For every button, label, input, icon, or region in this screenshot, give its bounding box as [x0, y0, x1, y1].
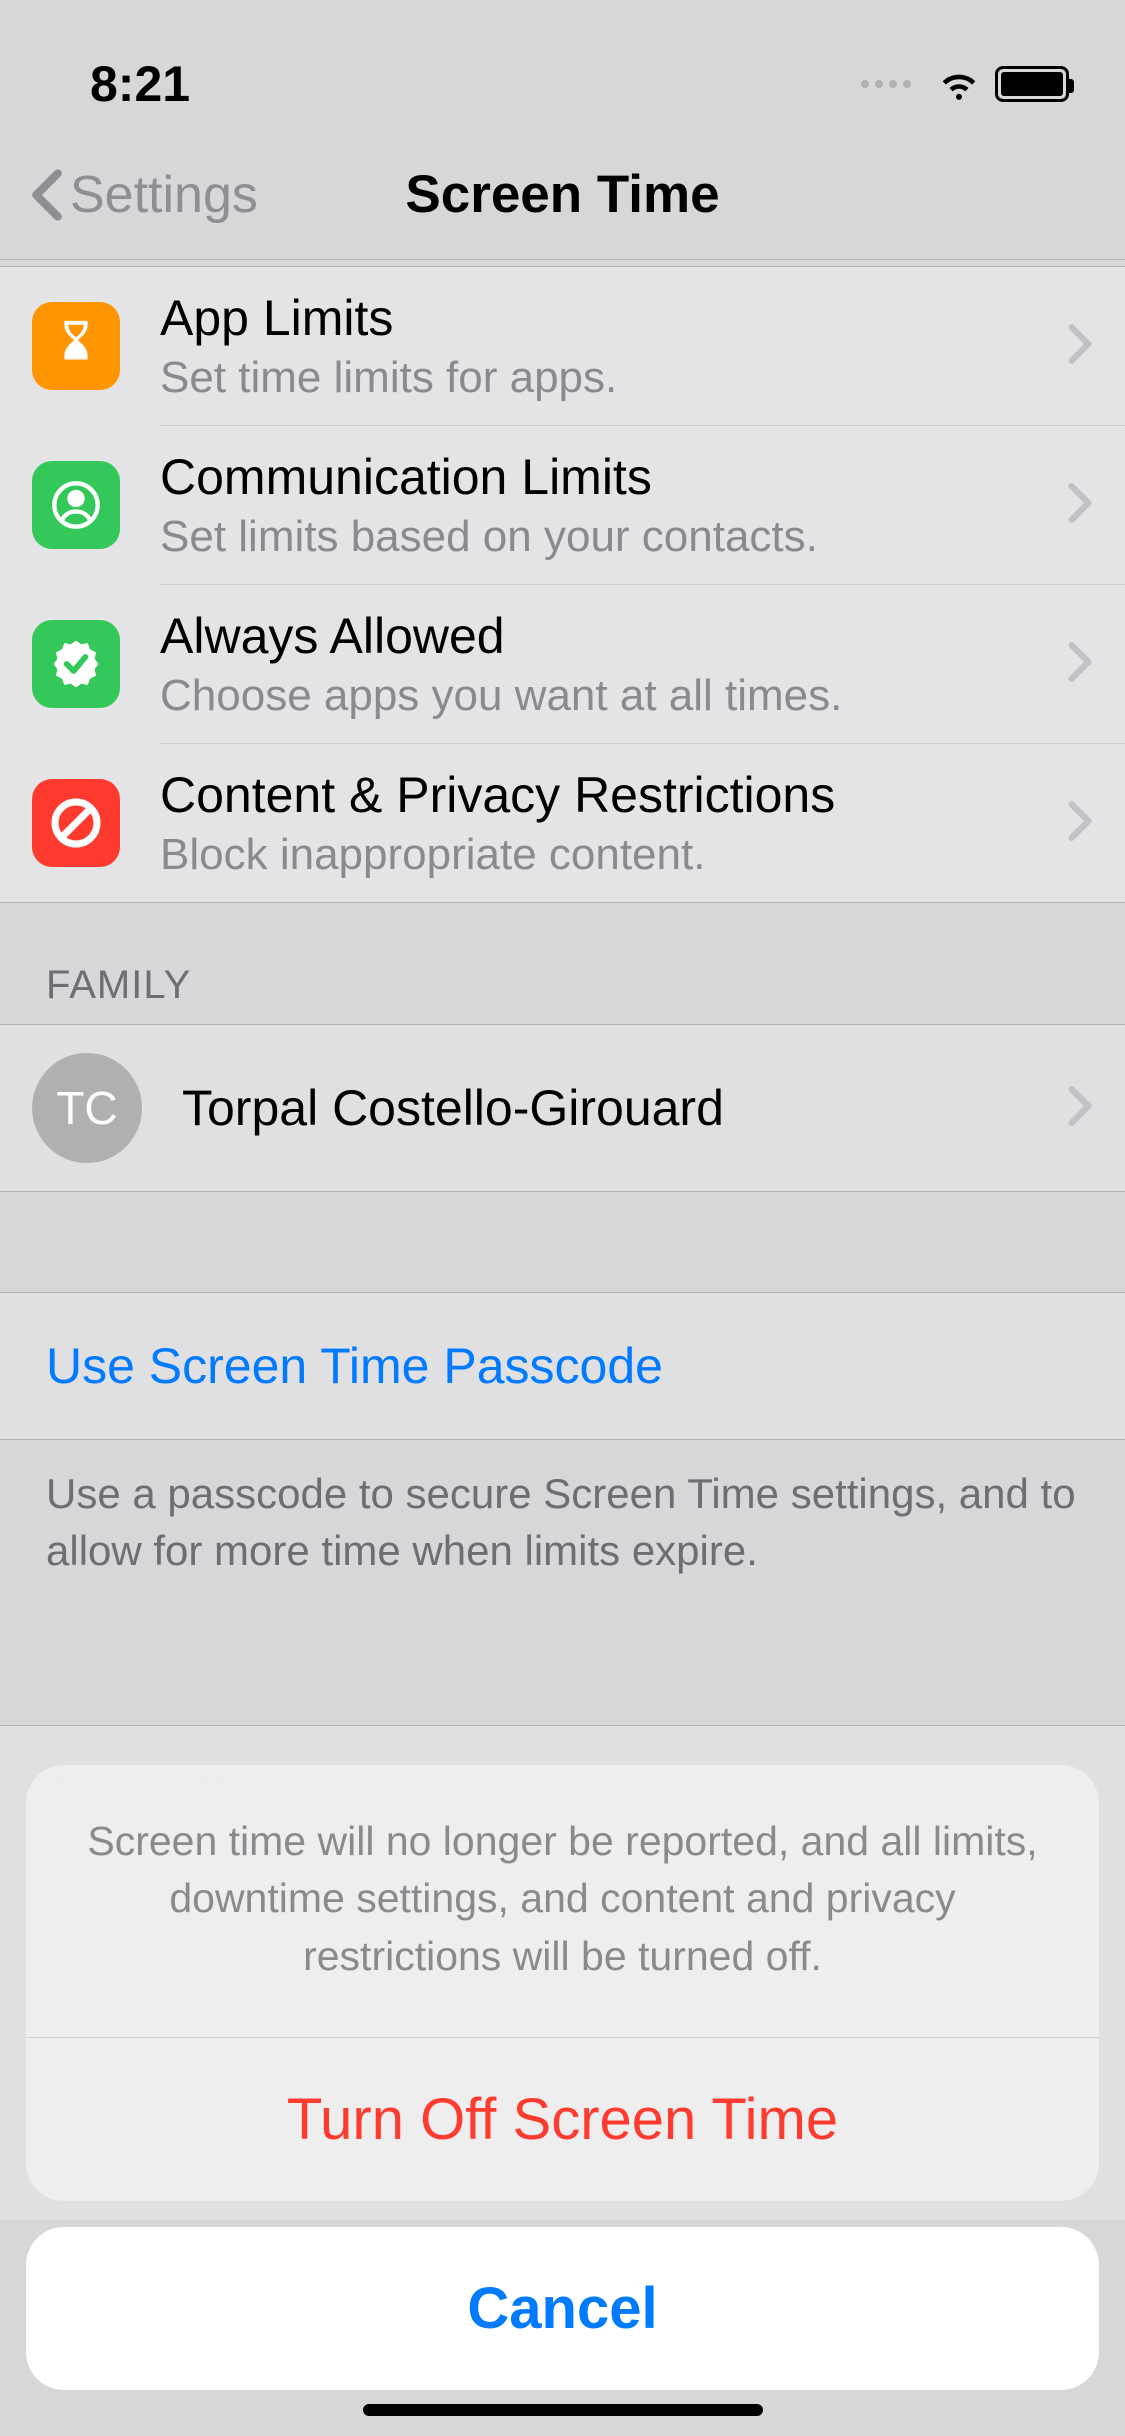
nav-bar: Settings Screen Time	[0, 130, 1125, 260]
row-subtitle: Set limits based on your contacts.	[160, 512, 1067, 562]
use-passcode-button[interactable]: Use Screen Time Passcode	[0, 1292, 1125, 1440]
checkmark-badge-icon	[32, 620, 120, 708]
section-header-family: FAMILY	[0, 903, 1125, 1024]
person-circle-icon	[32, 461, 120, 549]
passcode-footer-text: Use a passcode to secure Screen Time set…	[0, 1440, 1125, 1605]
row-subtitle: Set time limits for apps.	[160, 353, 1067, 403]
row-subtitle: Block inappropriate content.	[160, 830, 1067, 880]
status-bar: 8:21	[0, 0, 1125, 130]
row-title: Communication Limits	[160, 448, 1067, 506]
chevron-right-icon	[1067, 641, 1093, 688]
action-sheet: Screen time will no longer be reported, …	[26, 1765, 1099, 2390]
chevron-right-icon	[1067, 800, 1093, 847]
row-title: Always Allowed	[160, 607, 1067, 665]
row-communication-limits[interactable]: Communication Limits Set limits based on…	[0, 426, 1125, 584]
turn-off-screen-time-button[interactable]: Turn Off Screen Time	[26, 2038, 1099, 2201]
row-title: Content & Privacy Restrictions	[160, 766, 1067, 824]
row-subtitle: Choose apps you want at all times.	[160, 671, 1067, 721]
status-icons	[861, 60, 1069, 109]
row-family-member[interactable]: TC Torpal Costello-Girouard	[0, 1025, 1125, 1191]
family-member-name: Torpal Costello-Girouard	[182, 1079, 1067, 1137]
chevron-right-icon	[1067, 482, 1093, 529]
no-sign-icon	[32, 779, 120, 867]
battery-icon	[995, 66, 1069, 102]
status-time: 8:21	[90, 55, 190, 113]
nav-title: Screen Time	[0, 164, 1125, 225]
avatar: TC	[32, 1053, 142, 1163]
row-content-privacy[interactable]: Content & Privacy Restrictions Block ina…	[0, 744, 1125, 902]
chevron-right-icon	[1067, 323, 1093, 370]
wifi-icon	[937, 60, 981, 109]
row-title: App Limits	[160, 289, 1067, 347]
row-always-allowed[interactable]: Always Allowed Choose apps you want at a…	[0, 585, 1125, 743]
cellular-dots-icon	[861, 80, 911, 88]
action-sheet-message: Screen time will no longer be reported, …	[26, 1765, 1099, 2037]
hourglass-icon	[32, 302, 120, 390]
chevron-right-icon	[1067, 1085, 1093, 1132]
row-app-limits[interactable]: App Limits Set time limits for apps.	[0, 267, 1125, 425]
cancel-button[interactable]: Cancel	[26, 2227, 1099, 2390]
home-indicator[interactable]	[363, 2404, 763, 2416]
